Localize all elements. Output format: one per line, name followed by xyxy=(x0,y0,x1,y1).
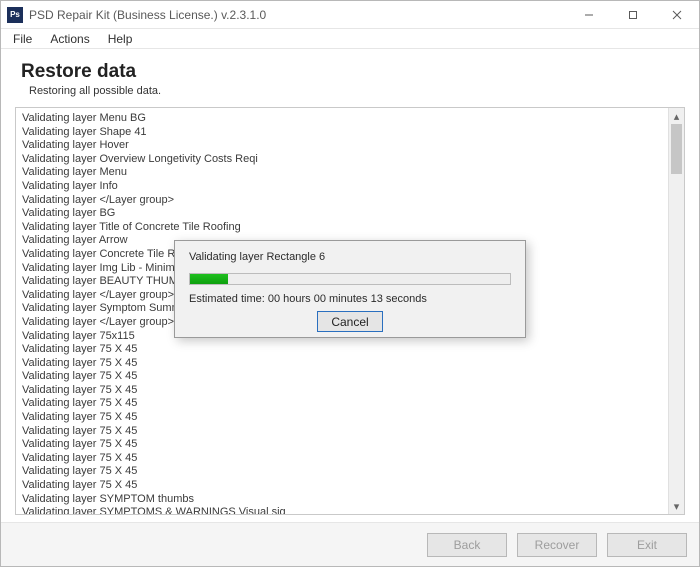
log-line: Validating layer </Layer group> xyxy=(22,194,684,208)
log-line: Validating layer SYMPTOM thumbs xyxy=(22,493,684,507)
minimize-icon xyxy=(584,10,594,20)
log-line: Validating layer 75 X 45 xyxy=(22,452,684,466)
log-line: Validating layer Shape 41 xyxy=(22,126,684,140)
scroll-up-icon[interactable]: ▴ xyxy=(669,108,684,124)
titlebar: Ps PSD Repair Kit (Business License.) v.… xyxy=(1,1,699,29)
progress-bar xyxy=(189,273,511,285)
log-line: Validating layer 75 X 45 xyxy=(22,411,684,425)
maximize-icon xyxy=(628,10,638,20)
minimize-button[interactable] xyxy=(567,1,611,28)
log-line: Validating layer 75 X 45 xyxy=(22,397,684,411)
log-line: Validating layer SYMPTOMS & WARNINGS Vis… xyxy=(22,506,684,515)
bottom-bar: Back Recover Exit xyxy=(1,522,699,566)
window-controls xyxy=(567,1,699,28)
menubar: File Actions Help xyxy=(1,29,699,49)
recover-button[interactable]: Recover xyxy=(517,533,597,557)
log-line: Validating layer 75 X 45 xyxy=(22,438,684,452)
dialog-button-row: Cancel xyxy=(189,311,511,332)
log-line: Validating layer 75 X 45 xyxy=(22,425,684,439)
log-line: Validating layer Menu xyxy=(22,166,684,180)
progress-dialog: Validating layer Rectangle 6 Estimated t… xyxy=(174,240,526,338)
app-icon: Ps xyxy=(7,7,23,23)
log-line: Validating layer 75 X 45 xyxy=(22,370,684,384)
page-subtitle: Restoring all possible data. xyxy=(29,85,685,97)
dialog-eta-text: Estimated time: 00 hours 00 minutes 13 s… xyxy=(189,293,511,305)
scrollbar-thumb[interactable] xyxy=(671,124,682,174)
progress-fill xyxy=(190,274,228,284)
log-line: Validating layer 75 X 45 xyxy=(22,357,684,371)
exit-button[interactable]: Exit xyxy=(607,533,687,557)
menu-actions[interactable]: Actions xyxy=(42,30,97,48)
menu-help[interactable]: Help xyxy=(100,30,141,48)
log-line: Validating layer 75 X 45 xyxy=(22,465,684,479)
maximize-button[interactable] xyxy=(611,1,655,28)
log-line: Validating layer 75 X 45 xyxy=(22,384,684,398)
back-button[interactable]: Back xyxy=(427,533,507,557)
cancel-button[interactable]: Cancel xyxy=(317,311,383,332)
close-button[interactable] xyxy=(655,1,699,28)
scroll-down-icon[interactable]: ▾ xyxy=(669,498,684,514)
window-title: PSD Repair Kit (Business License.) v.2.3… xyxy=(29,8,567,22)
log-line: Validating layer Info xyxy=(22,180,684,194)
log-line: Validating layer Menu BG xyxy=(22,112,684,126)
page-title: Restore data xyxy=(21,61,685,83)
log-line: Validating layer Overview Longetivity Co… xyxy=(22,153,684,167)
log-line: Validating layer 75 X 45 xyxy=(22,479,684,493)
log-line: Validating layer BG xyxy=(22,207,684,221)
scrollbar[interactable]: ▴ ▾ xyxy=(668,108,684,514)
log-line: Validating layer Title of Concrete Tile … xyxy=(22,221,684,235)
close-icon xyxy=(672,10,682,20)
menu-file[interactable]: File xyxy=(5,30,40,48)
dialog-status-text: Validating layer Rectangle 6 xyxy=(189,251,511,263)
log-line: Validating layer 75 X 45 xyxy=(22,343,684,357)
log-line: Validating layer Hover xyxy=(22,139,684,153)
